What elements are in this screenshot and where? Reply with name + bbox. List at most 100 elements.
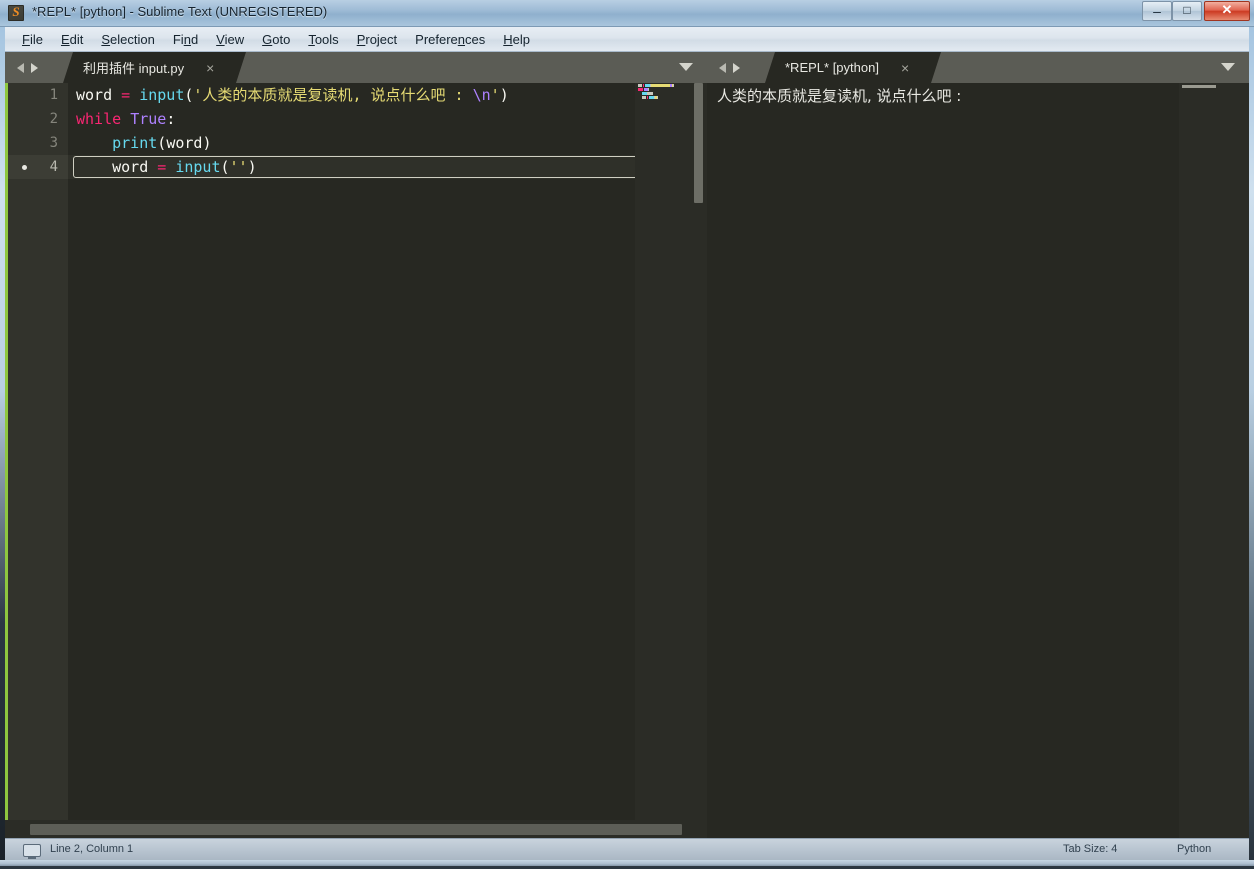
token-fn: input — [175, 158, 221, 176]
token-pun — [76, 134, 112, 152]
status-tab-size[interactable]: Tab Size: 4 — [1063, 843, 1117, 855]
tab-close-icon[interactable]: × — [901, 60, 909, 76]
menu-bar: File Edit Selection Find View Goto Tools Projec… — [5, 27, 1249, 52]
tab-nav-left[interactable] — [17, 61, 51, 75]
tab-repl-python[interactable]: *REPL* [python] × — [765, 52, 941, 83]
tab-bar-left: 利用插件 input.py × — [5, 52, 707, 83]
line-number: 3 — [49, 135, 58, 151]
code-line-4[interactable]: word = input('') — [68, 155, 707, 179]
vertical-scrollbar-right[interactable] — [1235, 83, 1249, 838]
monitor-icon — [23, 844, 41, 859]
code-line-2[interactable]: while True: — [68, 107, 707, 131]
close-button[interactable]: ✕ — [1204, 1, 1250, 21]
menu-item-view[interactable]: View — [207, 29, 253, 50]
window-title: *REPL* [python] - Sublime Text (UNREGIST… — [32, 4, 328, 19]
minimap-line — [638, 96, 691, 99]
menu-item-find[interactable]: Find — [164, 29, 207, 50]
workspace: 利用插件 input.py × 1234 word = input('人类的本质… — [5, 52, 1249, 838]
tab-label: 利用插件 input.py — [83, 61, 185, 76]
tab-label: *REPL* [python] — [785, 60, 879, 75]
tab-bar-right: *REPL* [python] × — [707, 52, 1249, 83]
token-pun: ( — [220, 158, 230, 176]
tab-menu-left-icon[interactable] — [679, 63, 693, 71]
modified-marker-icon — [22, 165, 27, 170]
gutter-line-1: 1 — [8, 83, 68, 107]
token-str: ' — [490, 86, 500, 104]
minimap-right[interactable] — [1179, 83, 1235, 838]
chevron-left-icon[interactable] — [719, 63, 726, 73]
token-pun: word — [112, 158, 149, 176]
chevron-left-icon[interactable] — [17, 63, 24, 73]
token-pun: word — [166, 134, 203, 152]
minimap-token — [652, 92, 653, 95]
minimap-token — [673, 84, 674, 87]
minimize-icon — [1143, 3, 1171, 19]
token-esc: \n — [472, 86, 491, 104]
menu-item-help[interactable]: Help — [494, 29, 539, 50]
repl-console[interactable]: 人类的本质就是复读机, 说点什么吧 : — [707, 83, 1249, 838]
token-pun — [130, 86, 139, 104]
status-line-column: Line 2, Column 1 — [50, 843, 134, 855]
code-line-3[interactable]: print(word) — [68, 131, 707, 155]
token-pun — [121, 110, 130, 128]
gutter-line-4: 4 — [8, 155, 68, 179]
line-number: 1 — [49, 87, 58, 103]
maximize-button[interactable] — [1172, 1, 1202, 21]
gutter-line-2: 2 — [8, 107, 68, 131]
repl-pane-right: *REPL* [python] × 人类的本质就是复读机, 说点什么吧 : — [707, 52, 1249, 838]
tab-nav-right[interactable] — [719, 61, 753, 75]
chevron-right-icon[interactable] — [31, 63, 38, 73]
token-pun — [148, 158, 157, 176]
menu-item-edit[interactable]: Edit — [52, 29, 92, 50]
title-bar[interactable]: *REPL* [python] - Sublime Text (UNREGIST… — [0, 0, 1254, 27]
status-bar: Line 2, Column 1 Tab Size: 4 Python — [5, 838, 1249, 860]
minimap-token — [657, 96, 658, 99]
menu-item-file[interactable]: File — [13, 29, 52, 50]
minimize-button[interactable] — [1142, 1, 1172, 21]
token-str: '' — [229, 158, 248, 176]
horizontal-scrollbar-thumb[interactable] — [30, 824, 682, 835]
token-op: = — [157, 158, 167, 176]
gutter-line-3: 3 — [8, 131, 68, 155]
editor-pane-left: 利用插件 input.py × 1 2 3 4 word = input('人类的本质… — [5, 52, 707, 838]
status-syntax[interactable]: Python — [1177, 843, 1211, 855]
token-pun: ) — [499, 86, 509, 104]
code-content[interactable]: word = input('人类的本质就是复读机, 说点什么吧 : \n') wh… — [68, 83, 707, 838]
chevron-right-icon[interactable] — [733, 63, 740, 73]
token-pun: ( — [157, 134, 167, 152]
menu-item-preferences[interactable]: Preferences — [406, 29, 494, 50]
token-pun: word — [76, 86, 113, 104]
line-number: 4 — [49, 159, 58, 175]
token-op: = — [121, 86, 131, 104]
token-pun — [76, 158, 112, 176]
token-pun: : — [166, 110, 176, 128]
code-line-1[interactable]: word = input('人类的本质就是复读机, 说点什么吧 : \n') — [68, 83, 707, 107]
minimap-line — [1182, 85, 1216, 88]
token-fn: print — [112, 134, 158, 152]
code-editor[interactable]: 1 2 3 4 word = input('人类的本质就是复读机, 说点什么吧 : \… — [5, 83, 707, 838]
menu-item-goto[interactable]: Goto — [253, 29, 299, 50]
minimap-line — [638, 92, 691, 95]
tab-input-py[interactable]: 利用插件 input.py × — [63, 52, 246, 83]
menu-item-selection[interactable]: Selection — [92, 29, 163, 50]
tab-menu-right-icon[interactable] — [1221, 63, 1235, 71]
sublime-text-icon — [8, 4, 24, 21]
token-pun: ) — [247, 158, 257, 176]
line-number-gutter: 1 2 3 4 — [8, 83, 68, 838]
token-fn: input — [139, 86, 185, 104]
minimap-left[interactable] — [635, 83, 691, 838]
token-cst: True — [130, 110, 167, 128]
menu-item-tools[interactable]: Tools — [299, 29, 347, 50]
menu-item-project[interactable]: Project — [348, 29, 406, 50]
repl-output-text: 人类的本质就是复读机, 说点什么吧 : — [717, 87, 962, 105]
minimap-token — [648, 88, 649, 91]
tab-close-icon[interactable]: × — [206, 60, 214, 76]
token-kw: while — [76, 110, 122, 128]
vertical-scrollbar-thumb[interactable] — [694, 83, 703, 203]
token-pun: ) — [202, 134, 212, 152]
vertical-scrollbar-left[interactable] — [691, 83, 707, 838]
minimap-line — [638, 84, 691, 87]
token-pun — [166, 158, 175, 176]
minimap-line — [638, 88, 691, 91]
horizontal-scrollbar-left[interactable] — [5, 820, 691, 838]
